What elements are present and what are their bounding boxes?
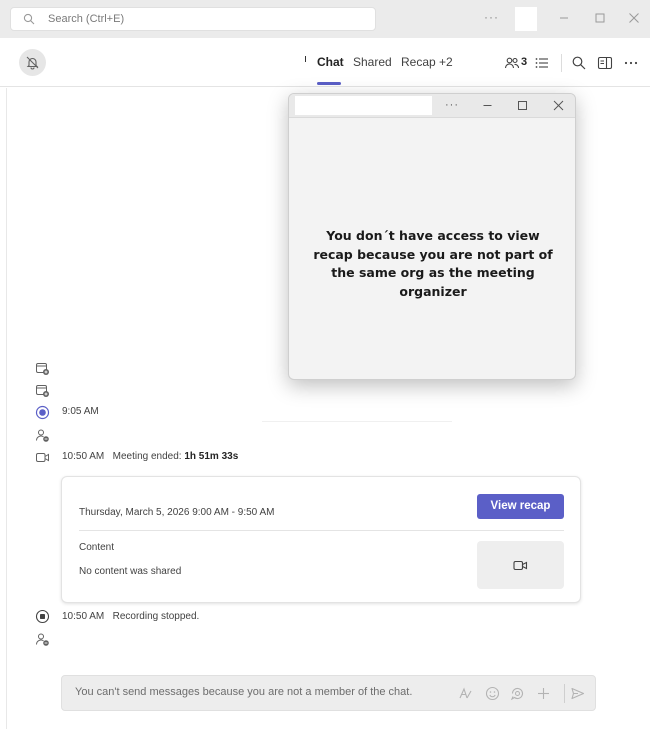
header-divider bbox=[561, 54, 562, 72]
search-placeholder: Search (Ctrl+E) bbox=[48, 13, 125, 25]
close-icon[interactable] bbox=[552, 99, 565, 112]
add-icon[interactable] bbox=[536, 686, 551, 701]
recording-started-icon bbox=[35, 405, 50, 420]
search-icon bbox=[23, 13, 35, 25]
side-panel-icon[interactable] bbox=[597, 55, 613, 71]
list-icon[interactable] bbox=[534, 55, 550, 71]
more-options-icon[interactable] bbox=[623, 55, 639, 71]
person-remove-icon bbox=[36, 633, 49, 646]
event-time: 10:50 AM bbox=[62, 451, 105, 462]
format-icon[interactable] bbox=[458, 686, 473, 701]
popup-title-field bbox=[295, 96, 432, 115]
compose-box[interactable]: You can't send messages because you are … bbox=[61, 675, 596, 711]
active-tab-indicator bbox=[317, 82, 341, 85]
view-recap-button[interactable]: View recap bbox=[477, 494, 564, 519]
popup-more-button[interactable]: ··· bbox=[445, 99, 459, 111]
person-remove-icon bbox=[36, 429, 49, 442]
tab-shared[interactable]: Shared bbox=[353, 55, 392, 69]
tab-separator bbox=[305, 56, 306, 62]
calendar-add-icon bbox=[36, 385, 49, 397]
access-denied-message: You don´t have access to view recap beca… bbox=[313, 228, 553, 299]
event-time: 10:50 AM bbox=[62, 611, 105, 622]
redacted-area bbox=[62, 360, 262, 400]
recording-stopped-icon bbox=[35, 609, 50, 624]
people-icon[interactable] bbox=[504, 55, 520, 71]
left-edge bbox=[0, 88, 7, 729]
video-camera-icon bbox=[36, 453, 49, 462]
chat-header: Chat Shared Recap +2 3 bbox=[0, 38, 650, 87]
recording-stopped-row: 10:50 AM Recording stopped. bbox=[62, 611, 199, 622]
maximize-icon[interactable] bbox=[593, 11, 607, 25]
no-content-text: No content was shared bbox=[79, 566, 182, 577]
search-box[interactable]: Search (Ctrl+E) bbox=[10, 7, 376, 31]
calendar-add-icon bbox=[36, 363, 49, 375]
minimize-icon[interactable] bbox=[557, 11, 571, 25]
card-divider bbox=[79, 530, 564, 531]
more-options-button[interactable]: ··· bbox=[484, 10, 499, 24]
recording-thumbnail[interactable] bbox=[477, 541, 564, 589]
popup-title-bar: ··· bbox=[289, 94, 575, 118]
redacted-area bbox=[262, 400, 452, 422]
tab-more[interactable]: +2 bbox=[439, 55, 453, 69]
search-icon[interactable] bbox=[571, 55, 587, 71]
tab-recap[interactable]: Recap bbox=[401, 55, 436, 69]
bell-off-icon bbox=[26, 56, 39, 70]
participants-count[interactable]: 3 bbox=[521, 56, 527, 68]
mute-notifications-button[interactable] bbox=[19, 49, 46, 76]
compose-placeholder: You can't send messages because you are … bbox=[75, 686, 413, 698]
video-camera-icon bbox=[513, 560, 528, 571]
recording-stopped-label: Recording stopped. bbox=[112, 611, 200, 622]
title-bar: Search (Ctrl+E) ··· bbox=[0, 0, 650, 38]
minimize-icon[interactable] bbox=[481, 99, 494, 112]
maximize-icon[interactable] bbox=[516, 99, 529, 112]
send-icon[interactable] bbox=[570, 686, 585, 701]
recap-popup-window: ··· You don´t have access to view recap … bbox=[288, 93, 576, 380]
tab-chat[interactable]: Chat bbox=[317, 55, 344, 69]
loop-icon[interactable] bbox=[510, 686, 525, 701]
avatar[interactable] bbox=[515, 7, 537, 31]
meeting-duration: 1h 51m 33s bbox=[184, 451, 239, 462]
compose-divider bbox=[564, 684, 565, 703]
content-heading: Content bbox=[79, 542, 115, 553]
emoji-icon[interactable] bbox=[485, 686, 500, 701]
meeting-date-range: Thursday, March 5, 2026 9:00 AM - 9:50 A… bbox=[79, 507, 275, 518]
meeting-ended-label: Meeting ended: bbox=[112, 451, 182, 462]
event-time: 9:05 AM bbox=[62, 406, 99, 417]
close-icon[interactable] bbox=[627, 11, 641, 25]
meeting-ended-row: 10:50 AM Meeting ended: 1h 51m 33s bbox=[62, 451, 238, 462]
meeting-recap-card: Thursday, March 5, 2026 9:00 AM - 9:50 A… bbox=[61, 476, 581, 603]
